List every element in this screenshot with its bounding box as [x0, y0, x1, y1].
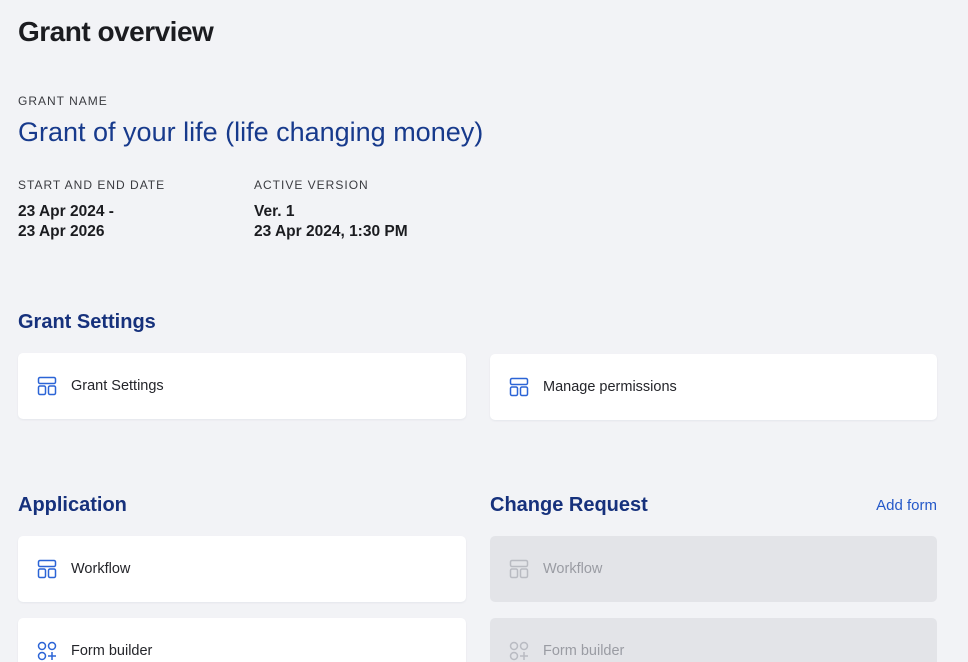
card-label: Form builder	[543, 643, 625, 659]
grid-add-icon	[508, 640, 530, 662]
application-heading: Application	[18, 494, 127, 516]
add-form-link[interactable]: Add form	[876, 497, 937, 514]
change-request-form-builder-card: Form builder	[490, 618, 937, 662]
layout-icon	[508, 558, 530, 580]
start-date: 23 Apr 2024 -	[18, 203, 114, 220]
layout-icon	[508, 376, 530, 398]
card-label: Workflow	[71, 561, 131, 577]
card-label: Workflow	[543, 561, 603, 577]
manage-permissions-card[interactable]: Manage permissions	[490, 354, 937, 420]
page-title: Grant overview	[18, 16, 214, 47]
layout-icon	[36, 375, 58, 397]
application-form-builder-card[interactable]: Form builder	[18, 618, 466, 662]
grant-settings-heading: Grant Settings	[18, 311, 156, 333]
card-label: Manage permissions	[543, 379, 677, 395]
application-workflow-card[interactable]: Workflow	[18, 536, 466, 602]
version-name: Ver. 1	[254, 203, 295, 220]
grant-settings-card[interactable]: Grant Settings	[18, 353, 466, 419]
layout-icon	[36, 558, 58, 580]
card-label: Form builder	[71, 643, 153, 659]
grid-add-icon	[36, 640, 58, 662]
end-date: 23 Apr 2026	[18, 223, 105, 240]
grant-name: Grant of your life (life changing money)	[18, 117, 484, 147]
version-date: 23 Apr 2024, 1:30 PM	[254, 223, 408, 240]
change-request-workflow-card: Workflow	[490, 536, 937, 602]
change-request-heading: Change Request	[490, 494, 648, 516]
card-label: Grant Settings	[71, 378, 164, 394]
grant-name-label: GRANT NAME	[18, 94, 108, 108]
grant-overview-page: Grant overview GRANT NAME Grant of your …	[0, 0, 968, 662]
dates-label: START AND END DATE	[18, 178, 166, 192]
active-version-label: ACTIVE VERSION	[254, 178, 369, 192]
